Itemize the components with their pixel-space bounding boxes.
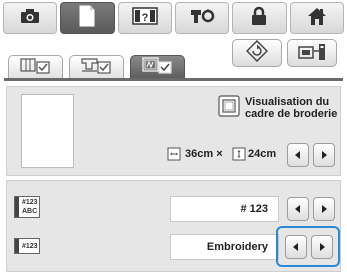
frame-preview: [21, 94, 74, 168]
embroidery-settings-icon: [141, 56, 174, 79]
frame-width-unit: cm: [197, 148, 214, 160]
sub-tab-bar: [8, 55, 185, 79]
tab-help[interactable]: ?: [117, 2, 172, 34]
settings-screen: ? Visualisation du cadre de broderie 36c…: [0, 0, 347, 280]
frame-height-unit: cm: [260, 148, 277, 160]
document-icon: [78, 5, 96, 32]
arrow-right-icon: [319, 204, 329, 214]
tab-machine-settings[interactable]: [174, 2, 230, 34]
arrow-left-icon: [293, 150, 303, 160]
frame-height-text: 24cm: [248, 148, 276, 160]
tab-camera[interactable]: [3, 2, 58, 34]
sub-tab-underline: [4, 78, 343, 81]
frame-display-title-line2: cadre de broderie: [245, 108, 338, 120]
sewing-settings-icon: [19, 56, 52, 79]
thread-number-value: # 123: [170, 196, 279, 222]
tab-general-settings[interactable]: [60, 2, 115, 34]
frame-height-icon: [232, 147, 246, 166]
home-icon: [307, 6, 327, 31]
settings-transfer-button[interactable]: [287, 39, 337, 67]
tab-sewing-settings[interactable]: [8, 55, 63, 79]
frame-previous-button[interactable]: [287, 143, 309, 167]
reset-button[interactable]: [232, 39, 282, 67]
thread-brand-icon-text: #123: [22, 243, 38, 250]
tab-home[interactable]: [289, 2, 344, 34]
thread-number-display-icon: #123 ABC: [14, 196, 40, 218]
tab-lock[interactable]: [232, 2, 287, 34]
machine-settings-icon: [189, 6, 215, 31]
frame-height-value: 24: [248, 148, 261, 160]
thread-number-next-button[interactable]: [313, 197, 335, 221]
reset-icon: [245, 39, 269, 67]
arrow-right-icon: [319, 150, 329, 160]
tab-machine-display-settings[interactable]: [69, 55, 124, 79]
frame-display-title-line1: Visualisation du: [245, 96, 330, 108]
svg-text:?: ?: [141, 12, 148, 24]
arrow-left-icon: [293, 204, 303, 214]
tab-embroidery-settings[interactable]: [130, 55, 185, 79]
frame-width-icon: [167, 147, 181, 166]
highlight-frame: [276, 226, 340, 267]
frame-size-text: 36cm ×: [185, 148, 223, 160]
thread-number-previous-button[interactable]: [287, 197, 309, 221]
frame-size-separator: ×: [216, 148, 223, 160]
frame-next-button[interactable]: [313, 143, 335, 167]
help-icon: ?: [132, 6, 158, 31]
thread-brand-icon: #123: [14, 238, 40, 254]
camera-icon: [19, 7, 41, 30]
top-tab-bar: ?: [3, 0, 344, 36]
thread-number-icon-bottom: ABC: [22, 208, 38, 215]
machine-display-icon: [80, 56, 113, 79]
save-settings-icon: [297, 40, 327, 67]
thread-brand-value: Embroidery: [170, 234, 279, 260]
lock-icon: [251, 6, 267, 31]
frame-width-value: 36: [185, 148, 198, 160]
embroidery-frame-icon: [218, 95, 240, 122]
thread-number-icon-top: #123: [22, 199, 38, 206]
